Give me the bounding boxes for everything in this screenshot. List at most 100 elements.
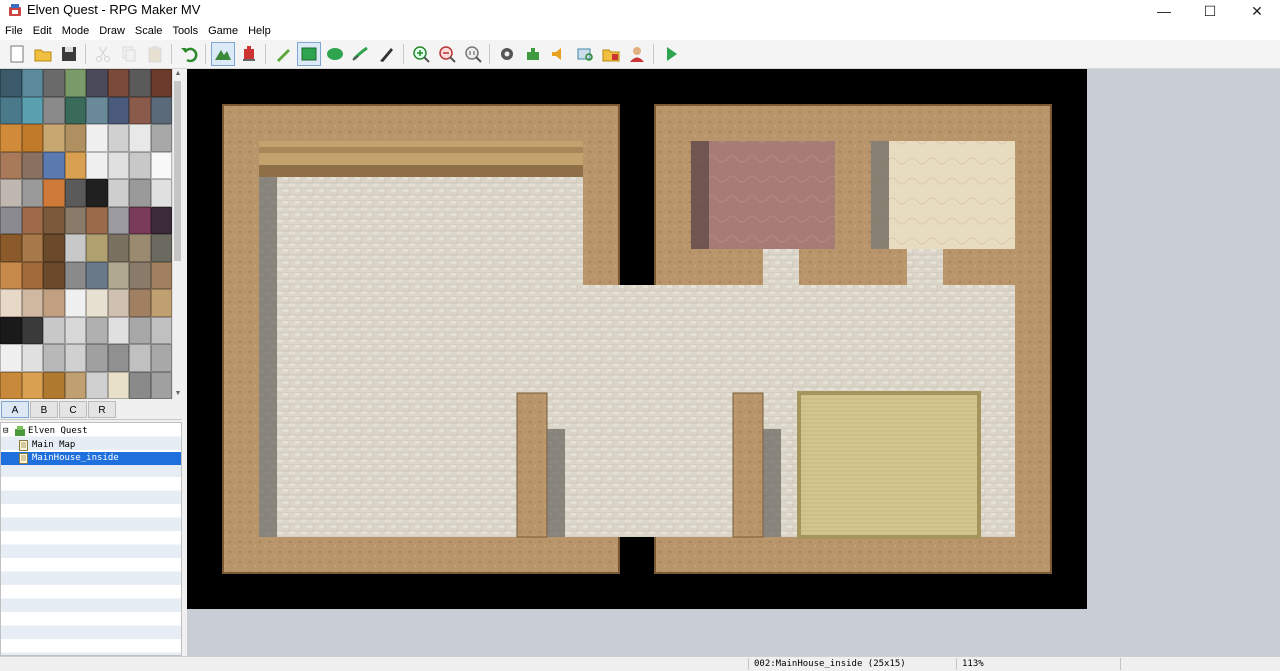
tile-swatch[interactable] xyxy=(64,151,86,179)
resource-manager-button[interactable] xyxy=(599,42,623,66)
minimize-button[interactable]: — xyxy=(1141,0,1187,22)
tile-swatch[interactable] xyxy=(150,69,172,97)
tile-swatch[interactable] xyxy=(64,371,86,399)
tile-swatch[interactable] xyxy=(129,316,151,344)
tile-swatch[interactable] xyxy=(43,206,65,234)
tile-swatch[interactable] xyxy=(129,289,151,317)
menu-game[interactable]: Game xyxy=(203,22,243,40)
plugin-manager-button[interactable] xyxy=(521,42,545,66)
tile-swatch[interactable] xyxy=(64,206,86,234)
zoom-in-button[interactable] xyxy=(409,42,433,66)
menu-mode[interactable]: Mode xyxy=(57,22,95,40)
map-canvas[interactable] xyxy=(187,69,1087,609)
actual-size-button[interactable] xyxy=(461,42,485,66)
fill-button[interactable] xyxy=(349,42,373,66)
tile-swatch[interactable] xyxy=(129,124,151,152)
zoom-out-button[interactable] xyxy=(435,42,459,66)
tile-swatch[interactable] xyxy=(107,69,129,97)
tile-swatch[interactable] xyxy=(86,344,108,372)
tile-swatch[interactable] xyxy=(0,234,22,262)
tree-map-item[interactable]: Main Map xyxy=(1,439,181,452)
tile-swatch[interactable] xyxy=(129,371,151,399)
shadow-pen-button[interactable] xyxy=(375,42,399,66)
tile-swatch[interactable] xyxy=(107,289,129,317)
tile-swatch[interactable] xyxy=(129,344,151,372)
tab-tileset-c[interactable]: C xyxy=(59,401,87,418)
event-searcher-button[interactable] xyxy=(573,42,597,66)
tile-swatch[interactable] xyxy=(21,96,43,124)
tile-swatch[interactable] xyxy=(21,371,43,399)
tile-swatch[interactable] xyxy=(150,124,172,152)
tile-swatch[interactable] xyxy=(21,69,43,97)
rectangle-button[interactable] xyxy=(297,42,321,66)
tile-swatch[interactable] xyxy=(150,179,172,207)
tile-swatch[interactable] xyxy=(86,96,108,124)
tree-expander-icon[interactable]: ⊟ xyxy=(3,425,8,438)
new-project-button[interactable] xyxy=(5,42,29,66)
tile-swatch[interactable] xyxy=(107,371,129,399)
tile-swatch[interactable] xyxy=(86,124,108,152)
tile-swatch[interactable] xyxy=(43,234,65,262)
cut-button[interactable] xyxy=(91,42,115,66)
pencil-button[interactable] xyxy=(271,42,295,66)
tile-swatch[interactable] xyxy=(0,124,22,152)
tile-swatch[interactable] xyxy=(129,234,151,262)
tile-swatch[interactable] xyxy=(21,261,43,289)
tile-swatch[interactable] xyxy=(43,124,65,152)
tile-swatch[interactable] xyxy=(21,124,43,152)
tile-swatch[interactable] xyxy=(0,344,22,372)
tile-swatch[interactable] xyxy=(107,206,129,234)
map-tree[interactable]: ⊟ Elven Quest Main Map MainHouse_inside xyxy=(0,422,182,656)
maximize-button[interactable]: ☐ xyxy=(1187,0,1233,22)
tile-swatch[interactable] xyxy=(150,234,172,262)
menu-edit[interactable]: Edit xyxy=(28,22,57,40)
tile-swatch[interactable] xyxy=(21,316,43,344)
tile-swatch[interactable] xyxy=(86,151,108,179)
tile-swatch[interactable] xyxy=(0,151,22,179)
copy-button[interactable] xyxy=(117,42,141,66)
menu-tools[interactable]: Tools xyxy=(167,22,203,40)
tile-swatch[interactable] xyxy=(150,344,172,372)
tile-swatch[interactable] xyxy=(0,289,22,317)
tab-tileset-b[interactable]: B xyxy=(30,401,58,418)
playtest-button[interactable] xyxy=(659,42,683,66)
close-button[interactable]: ✕ xyxy=(1234,0,1280,22)
tile-swatch[interactable] xyxy=(21,344,43,372)
sound-test-button[interactable] xyxy=(547,42,571,66)
tile-swatch[interactable] xyxy=(43,344,65,372)
tile-swatch[interactable] xyxy=(64,96,86,124)
tile-swatch[interactable] xyxy=(64,289,86,317)
database-button[interactable] xyxy=(495,42,519,66)
tile-swatch[interactable] xyxy=(21,179,43,207)
tile-swatch[interactable] xyxy=(0,206,22,234)
tile-swatch[interactable] xyxy=(64,261,86,289)
tile-swatch[interactable] xyxy=(0,371,22,399)
scroll-thumb[interactable] xyxy=(174,81,181,261)
tile-swatch[interactable] xyxy=(86,261,108,289)
tileset-scrollbar[interactable]: ▲ ▼ xyxy=(172,69,182,399)
tile-swatch[interactable] xyxy=(150,96,172,124)
tile-swatch[interactable] xyxy=(129,96,151,124)
tile-swatch[interactable] xyxy=(64,179,86,207)
tile-swatch[interactable] xyxy=(0,261,22,289)
menu-help[interactable]: Help xyxy=(243,22,276,40)
tile-swatch[interactable] xyxy=(21,206,43,234)
tileset-palette[interactable] xyxy=(0,69,172,399)
tile-swatch[interactable] xyxy=(64,344,86,372)
scroll-up-icon[interactable]: ▲ xyxy=(173,69,183,79)
tile-swatch[interactable] xyxy=(107,96,129,124)
tile-swatch[interactable] xyxy=(129,179,151,207)
tile-swatch[interactable] xyxy=(86,179,108,207)
tile-swatch[interactable] xyxy=(129,206,151,234)
tile-swatch[interactable] xyxy=(107,124,129,152)
tab-tileset-r[interactable]: R xyxy=(88,401,116,418)
tile-swatch[interactable] xyxy=(86,234,108,262)
tile-swatch[interactable] xyxy=(0,316,22,344)
tile-swatch[interactable] xyxy=(21,289,43,317)
tile-swatch[interactable] xyxy=(107,151,129,179)
tile-swatch[interactable] xyxy=(64,124,86,152)
tile-swatch[interactable] xyxy=(129,69,151,97)
tile-swatch[interactable] xyxy=(21,234,43,262)
tree-project-root[interactable]: ⊟ Elven Quest xyxy=(1,425,181,438)
paste-button[interactable] xyxy=(143,42,167,66)
